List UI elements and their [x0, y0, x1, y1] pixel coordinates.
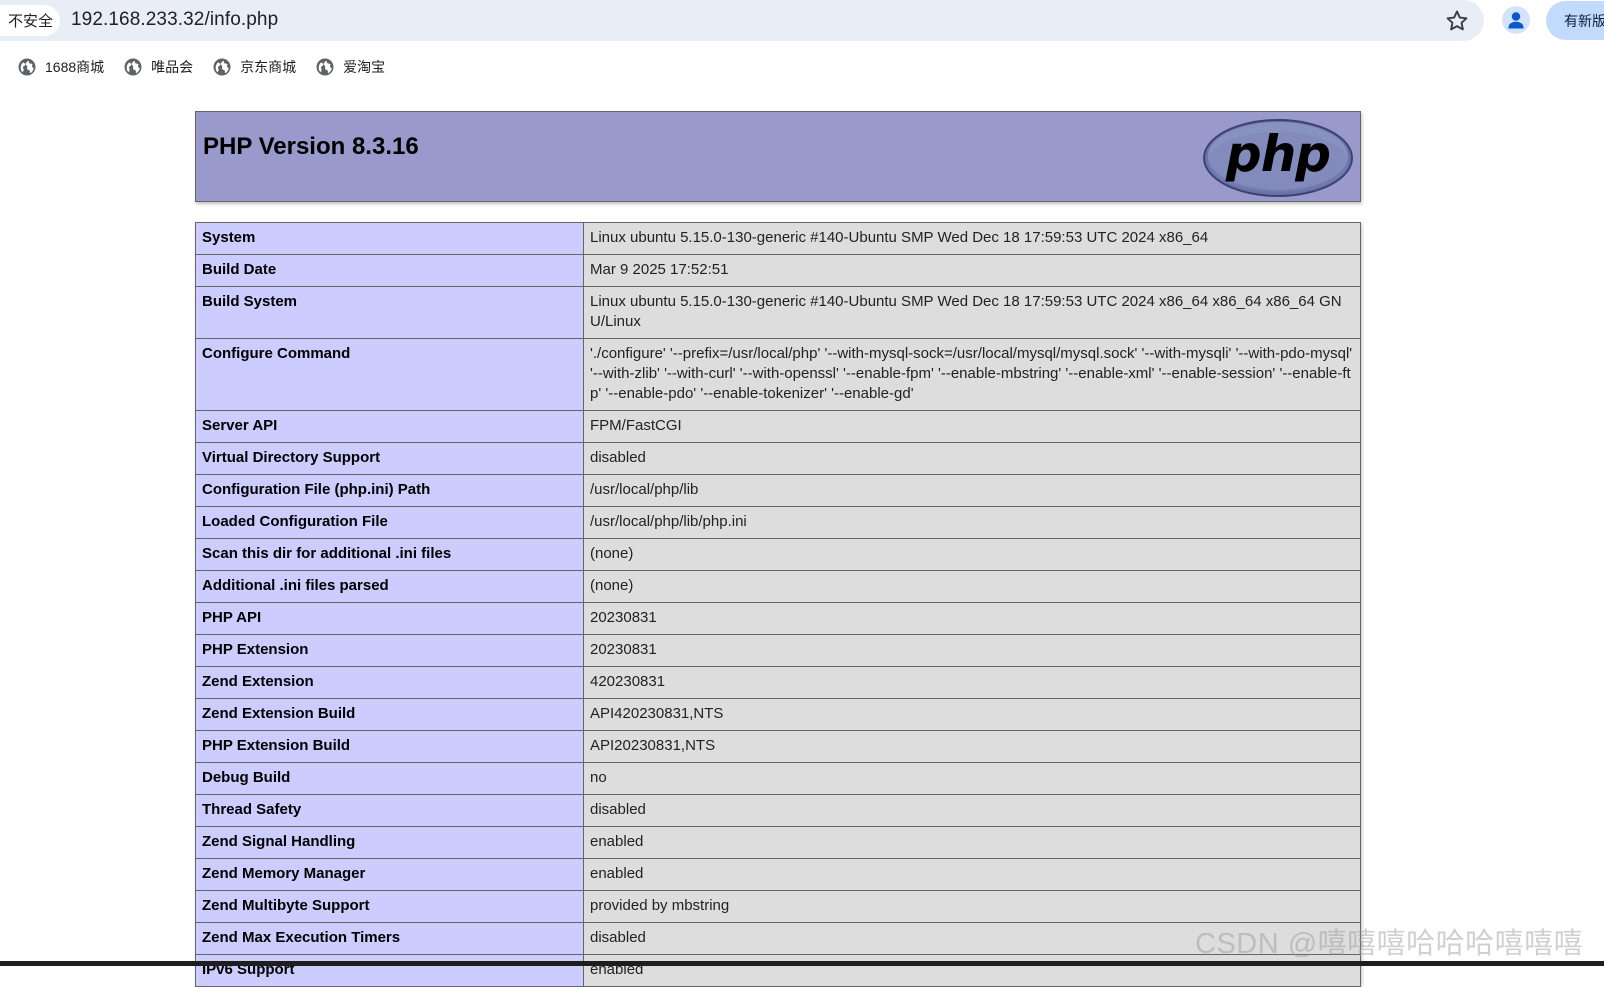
- config-key: Configuration File (php.ini) Path: [195, 474, 584, 507]
- config-value: /usr/local/php/lib/php.ini: [583, 506, 1361, 539]
- config-key: Configure Command: [195, 338, 584, 411]
- globe-icon: [18, 58, 36, 76]
- table-row: Thread Safety disabled: [195, 794, 1361, 827]
- config-value: API20230831,NTS: [583, 730, 1361, 763]
- config-key: System: [195, 222, 584, 255]
- profile-button[interactable]: [1502, 6, 1530, 34]
- star-icon[interactable]: [1444, 8, 1470, 34]
- config-key: Zend Multibyte Support: [195, 890, 584, 923]
- config-value: API420230831,NTS: [583, 698, 1361, 731]
- config-key: Build Date: [195, 254, 584, 287]
- config-key: Zend Extension: [195, 666, 584, 699]
- table-row: PHP Extension 20230831: [195, 634, 1361, 667]
- config-key: Zend Max Execution Timers: [195, 922, 584, 955]
- config-key: PHP API: [195, 602, 584, 635]
- bookmark-label: 1688商城: [45, 59, 105, 75]
- config-value: Linux ubuntu 5.15.0-130-generic #140-Ubu…: [583, 286, 1361, 339]
- table-row: Scan this dir for additional .ini files(…: [195, 538, 1361, 571]
- php-version-header: PHP Version 8.3.16 php: [195, 111, 1361, 202]
- bottom-edge: [0, 961, 1604, 966]
- globe-icon: [316, 58, 334, 76]
- config-value: (none): [583, 538, 1361, 571]
- config-key: IPv6 Support: [195, 954, 584, 987]
- table-row: Zend Max Execution Timers disabled: [195, 922, 1361, 955]
- config-value: enabled: [583, 826, 1361, 859]
- table-row: Loaded Configuration File/usr/local/php/…: [195, 506, 1361, 539]
- config-key: Build System: [195, 286, 584, 339]
- table-row: Zend Memory Manager enabled: [195, 858, 1361, 891]
- table-row: Zend Extension Build API420230831,NTS: [195, 698, 1361, 731]
- security-label: 不安全: [8, 13, 54, 30]
- config-key: Scan this dir for additional .ini files: [195, 538, 584, 571]
- table-row: System Linux ubuntu 5.15.0-130-generic #1…: [195, 222, 1361, 255]
- table-row: Virtual Directory Support disabled: [195, 442, 1361, 475]
- phpinfo-content: PHP Version 8.3.16 php System Linux ubunt…: [195, 111, 1361, 987]
- bookmarks-bar: 1688商城 唯品会 京东商城 爱淘宝: [0, 54, 387, 80]
- config-key: Additional .ini files parsed: [195, 570, 584, 603]
- url-text[interactable]: 192.168.233.32/info.php: [71, 9, 278, 31]
- table-row: Zend Multibyte Support provided by mbstri…: [195, 890, 1361, 923]
- config-value: Mar 9 2025 17:52:51: [583, 254, 1361, 287]
- bookmark-label: 唯品会: [151, 59, 194, 75]
- bookmark-item[interactable]: 爱淘宝: [316, 54, 385, 80]
- bookmark-label: 京东商城: [240, 59, 297, 75]
- table-row: Build System Linux ubuntu 5.15.0-130-gene…: [195, 286, 1361, 339]
- person-icon: [1508, 12, 1524, 29]
- watermark: CSDN @嘻嘻嘻哈哈哈嘻嘻嘻: [1195, 928, 1584, 960]
- config-value: 420230831: [583, 666, 1361, 699]
- bookmark-item[interactable]: 京东商城: [213, 54, 296, 80]
- table-row: Additional .ini files parsed (none): [195, 570, 1361, 603]
- config-key: Zend Extension Build: [195, 698, 584, 731]
- table-row: PHP API 20230831: [195, 602, 1361, 635]
- table-row: Debug Build no: [195, 762, 1361, 795]
- table-row: Server API FPM/FastCGI: [195, 410, 1361, 443]
- table-row: Build Date Mar 9 2025 17:52:51: [195, 254, 1361, 287]
- security-indicator[interactable]: ⚠ 不安全: [0, 5, 60, 36]
- new-version-button[interactable]: 有新版: [1546, 1, 1604, 40]
- config-value: FPM/FastCGI: [583, 410, 1361, 443]
- config-key: Virtual Directory Support: [195, 442, 584, 475]
- browser-toolbar: ⚠ 不安全 192.168.233.32/info.php 有新版: [0, 0, 1604, 42]
- config-value: Linux ubuntu 5.15.0-130-generic #140-Ubu…: [583, 222, 1361, 255]
- config-key: Loaded Configuration File: [195, 506, 584, 539]
- table-row: IPv6 Support enabled: [195, 954, 1361, 987]
- bookmark-item[interactable]: 唯品会: [124, 54, 193, 80]
- table-row: Zend Extension 420230831: [195, 666, 1361, 699]
- config-value: enabled: [583, 858, 1361, 891]
- table-row: Configure Command './configure' '--prefix…: [195, 338, 1361, 411]
- config-value: 20230831: [583, 634, 1361, 667]
- config-value: './configure' '--prefix=/usr/local/php' …: [583, 338, 1361, 411]
- address-bar[interactable]: ⚠ 不安全 192.168.233.32/info.php: [0, 0, 1484, 41]
- bookmark-item[interactable]: 1688商城: [18, 54, 104, 80]
- globe-icon: [124, 58, 142, 76]
- config-key: PHP Extension: [195, 634, 584, 667]
- config-value: no: [583, 762, 1361, 795]
- config-value: 20230831: [583, 602, 1361, 635]
- config-key: PHP Extension Build: [195, 730, 584, 763]
- table-row: Zend Signal Handling enabled: [195, 826, 1361, 859]
- config-value: disabled: [583, 794, 1361, 827]
- config-key: Zend Signal Handling: [195, 826, 584, 859]
- globe-icon: [213, 58, 231, 76]
- php-logo[interactable]: php: [1202, 118, 1354, 198]
- table-row: Configuration File (php.ini) Path/usr/lo…: [195, 474, 1361, 507]
- php-logo-text: php: [1225, 125, 1330, 183]
- bookmark-label: 爱淘宝: [343, 59, 386, 75]
- config-value: (none): [583, 570, 1361, 603]
- table-row: PHP Extension Build API20230831,NTS: [195, 730, 1361, 763]
- config-value: /usr/local/php/lib: [583, 474, 1361, 507]
- config-key: Debug Build: [195, 762, 584, 795]
- config-value: disabled: [583, 442, 1361, 475]
- config-value: provided by mbstring: [583, 890, 1361, 923]
- config-key: Zend Memory Manager: [195, 858, 584, 891]
- config-key: Server API: [195, 410, 584, 443]
- config-key: Thread Safety: [195, 794, 584, 827]
- config-table: System Linux ubuntu 5.15.0-130-generic #1…: [195, 222, 1361, 987]
- page-title: PHP Version 8.3.16: [203, 133, 419, 160]
